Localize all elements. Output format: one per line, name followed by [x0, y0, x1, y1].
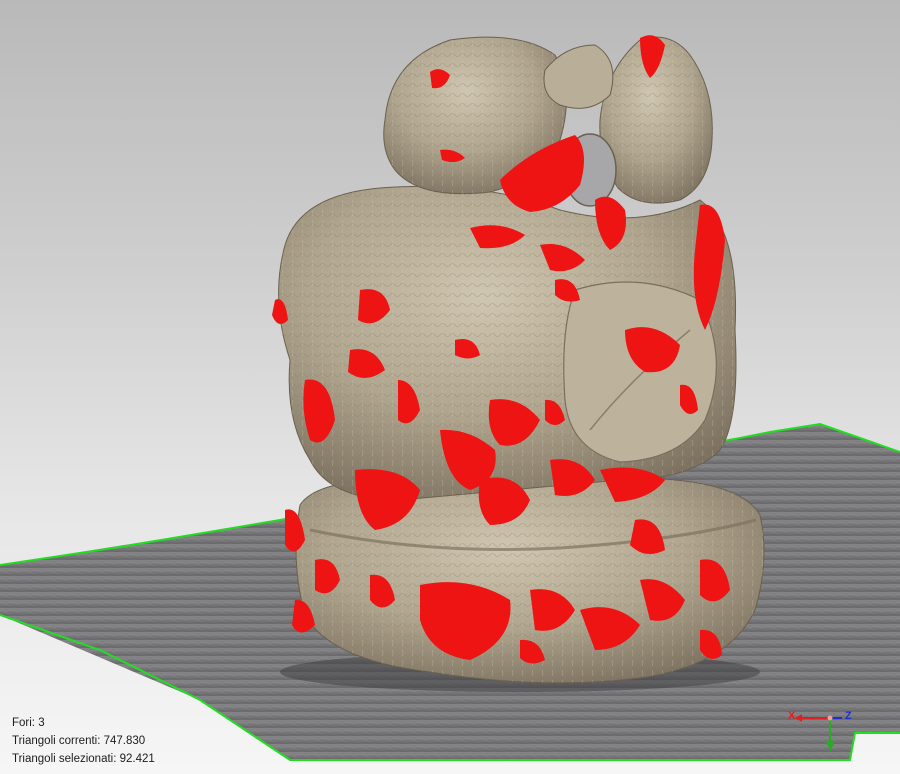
statue-mesh[interactable] — [272, 35, 765, 692]
x-axis-label: X — [788, 710, 796, 722]
axis-gizmo: X Z Y — [782, 704, 856, 756]
y-axis-label: Y — [827, 742, 835, 754]
mesh-statistics: Fori: 3 Triangoli correnti: 747.830 Tria… — [12, 714, 155, 768]
selected-triangles-count: Triangoli selezionati: 92.421 — [12, 753, 155, 765]
3d-scene[interactable] — [0, 0, 900, 774]
x-axis-arrow — [795, 714, 802, 722]
current-triangles-count: Triangoli correnti: 747.830 — [12, 735, 146, 747]
axis-origin — [827, 715, 833, 721]
z-axis-label: Z — [845, 710, 852, 722]
holes-count: Fori: 3 — [12, 717, 45, 729]
3d-viewport[interactable]: Fori: 3 Triangoli correnti: 747.830 Tria… — [0, 0, 900, 774]
